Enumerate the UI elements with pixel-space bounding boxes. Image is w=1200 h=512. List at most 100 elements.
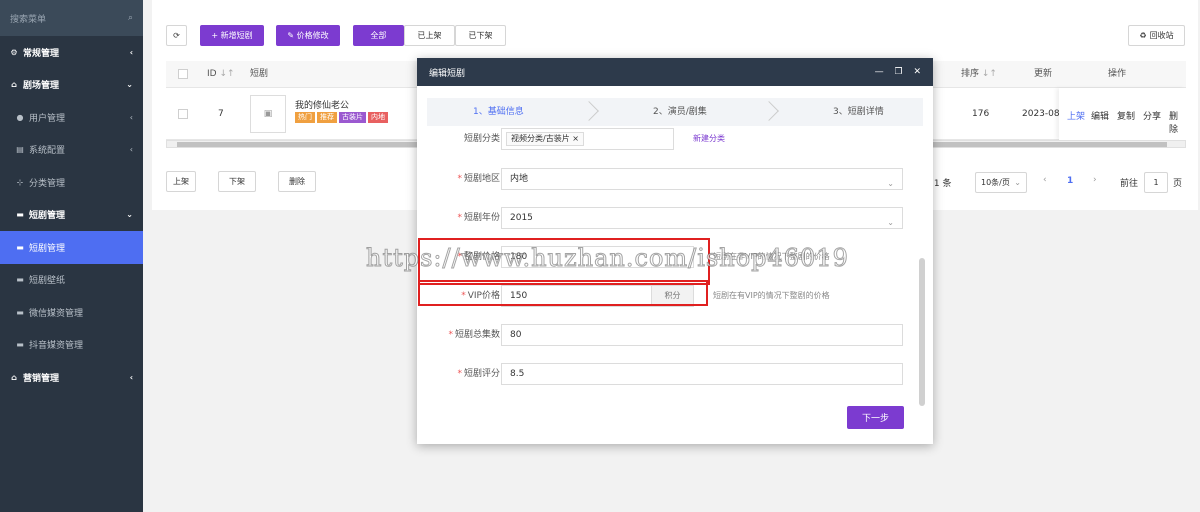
step-actors-episodes[interactable]: 2、演员/剧集 <box>653 98 707 126</box>
recycle-bin-button[interactable]: ♻ 回收站 <box>1128 25 1185 46</box>
sort-icon[interactable]: ↓↑ <box>219 69 234 79</box>
actions-cell: 上架 编辑 复制 分享 删除 <box>1059 88 1186 140</box>
maximize-icon[interactable]: ❐ <box>895 67 903 77</box>
chevron-down-icon: ⌄ <box>126 80 133 90</box>
sidebar-item-general[interactable]: ⚙ 常规管理 ‹ <box>0 36 143 69</box>
year-select[interactable]: 2015 ⌄ <box>501 207 903 229</box>
rating-input[interactable]: 8.5 <box>501 363 903 385</box>
sidebar-item-system-config[interactable]: ▤ 系统配置 ‹ <box>0 134 143 167</box>
highlight-box-vip-price <box>418 280 708 306</box>
menu-search-input[interactable]: 搜索菜单 <box>10 12 46 25</box>
column-header-label: 排序 <box>961 69 980 79</box>
goto-label: 前往 <box>1120 179 1139 189</box>
tab-off-shelf[interactable]: 已下架 <box>455 25 506 46</box>
refresh-button[interactable]: ⟳ <box>166 25 187 46</box>
next-page-icon[interactable]: › <box>1093 175 1097 185</box>
action-copy[interactable]: 复制 <box>1117 109 1135 122</box>
field-label: * 短剧年份: <box>457 213 503 223</box>
price-edit-button[interactable]: ✎ 价格修改 <box>276 25 340 46</box>
sidebar-item-label: 短剧壁纸 <box>29 276 66 287</box>
chevron-left-icon: ‹ <box>129 145 133 155</box>
sidebar-item-douyin-media[interactable]: ▬ 抖音媒资管理 <box>0 329 143 362</box>
search-icon[interactable]: ⌕ <box>128 13 133 23</box>
sidebar-item-label: 微信媒资管理 <box>29 308 84 319</box>
sidebar: 搜索菜单 ⌕ ⚙ 常规管理 ‹ ⌂ 剧场管理 ⌄ ● 用户管理 ‹ ▤ 系统配置… <box>0 0 143 512</box>
drama-cover[interactable]: ▣ <box>250 95 286 133</box>
episodes-input[interactable]: 80 <box>501 324 903 346</box>
chevron-down-icon: ⌄ <box>887 218 894 227</box>
chevron-left-icon: ‹ <box>129 47 133 57</box>
tag-region: 内地 <box>368 112 388 123</box>
row-sort: 176 <box>972 109 990 119</box>
home-icon: ⌂ <box>11 372 17 382</box>
sidebar-item-drama-manage[interactable]: ▬ 短剧管理 <box>0 231 143 264</box>
category-chip[interactable]: 视频分类/古装片 × <box>506 132 584 146</box>
episodes-value: 80 <box>510 330 522 340</box>
action-share[interactable]: 分享 <box>1143 109 1161 122</box>
tag-hot: 热门 <box>295 112 315 123</box>
tag-costume: 古装片 <box>339 112 366 123</box>
chevron-down-icon: ⌄ <box>887 179 894 188</box>
column-header-id[interactable]: ID ↓↑ <box>207 61 235 88</box>
field-label: * 短剧评分: <box>457 369 503 379</box>
action-edit[interactable]: 编辑 <box>1091 109 1109 122</box>
page-size-select[interactable]: 10条/页 ⌄ <box>975 172 1027 193</box>
add-drama-button[interactable]: + 新增短剧 <box>200 25 264 46</box>
bulk-delete-button[interactable]: 删除 <box>278 171 316 192</box>
sidebar-item-label: 抖音媒资管理 <box>29 341 84 352</box>
goto-page-input[interactable]: 1 <box>1144 172 1168 193</box>
row-id: 7 <box>218 109 224 119</box>
column-header-updated: 更新 <box>1034 69 1053 79</box>
tab-on-shelf[interactable]: 已上架 <box>404 25 455 46</box>
vip-price-hint: 短剧在有VIP的情况下整剧的价格 <box>713 291 830 300</box>
current-page[interactable]: 1 <box>1067 176 1073 186</box>
step-separator <box>579 101 599 121</box>
step-indicator: 1、基础信息 2、演员/剧集 3、短剧详情 <box>427 98 923 126</box>
chevron-left-icon: ‹ <box>129 112 133 122</box>
sidebar-item-categories[interactable]: ⊹ 分类管理 <box>0 166 143 199</box>
region-select[interactable]: 内地 ⌄ <box>501 168 903 190</box>
window-controls: — ❐ ✕ <box>867 67 921 77</box>
folder-icon: ▬ <box>16 275 24 285</box>
category-multiselect[interactable]: 视频分类/古装片 × <box>501 128 674 150</box>
sidebar-item-users[interactable]: ● 用户管理 ‹ <box>0 101 143 134</box>
sidebar-item-theater[interactable]: ⌂ 剧场管理 ⌄ <box>0 69 143 102</box>
sidebar-item-label: 系统配置 <box>29 146 66 157</box>
category-chip-label: 视频分类/古装片 <box>511 134 570 143</box>
row-checkbox[interactable] <box>178 109 188 119</box>
sidebar-item-drama-group[interactable]: ▬ 短剧管理 ⌄ <box>0 199 143 232</box>
prev-page-icon[interactable]: ‹ <box>1043 175 1047 185</box>
minimize-icon[interactable]: — <box>875 67 884 77</box>
column-header-sort[interactable]: 排序 ↓↑ <box>961 61 997 88</box>
close-icon[interactable]: × <box>572 134 579 143</box>
step-basic-info[interactable]: 1、基础信息 <box>473 98 524 126</box>
action-on-shelf[interactable]: 上架 <box>1067 109 1085 122</box>
action-delete[interactable]: 删除 <box>1169 109 1186 135</box>
field-label: * 短剧地区: <box>457 174 503 184</box>
field-rating: * 短剧评分: 8.5 <box>417 363 933 385</box>
select-all-checkbox[interactable] <box>178 69 188 79</box>
sidebar-item-label: 分类管理 <box>29 178 66 189</box>
modal-scrollbar[interactable] <box>919 258 925 406</box>
tab-all[interactable]: 全部 <box>353 25 404 46</box>
recycle-icon: ♻ <box>1139 31 1147 40</box>
field-label: * 短剧总集数: <box>448 330 503 340</box>
close-icon[interactable]: ✕ <box>913 67 921 77</box>
modal-header: 编辑短剧 — ❐ ✕ <box>417 58 933 86</box>
user-icon: ● <box>16 112 24 122</box>
bulk-off-shelf-button[interactable]: 下架 <box>218 171 256 192</box>
image-icon: ▣ <box>263 109 273 119</box>
sidebar-item-marketing[interactable]: ⌂ 营销管理 ‹ <box>0 361 143 394</box>
chevron-down-icon: ⌄ <box>1014 178 1021 187</box>
step-drama-details[interactable]: 3、短剧详情 <box>833 98 884 126</box>
recycle-bin-label: 回收站 <box>1149 31 1174 40</box>
field-region: * 短剧地区: 内地 ⌄ <box>417 168 933 190</box>
next-step-button[interactable]: 下一步 <box>847 406 904 429</box>
new-category-link[interactable]: 新建分类 <box>693 128 725 150</box>
sidebar-item-wechat-media[interactable]: ▬ 微信媒资管理 <box>0 296 143 329</box>
sidebar-item-wallpaper[interactable]: ▬ 短剧壁纸 <box>0 264 143 297</box>
sort-icon[interactable]: ↓↑ <box>982 69 997 79</box>
chevron-left-icon: ‹ <box>129 372 133 382</box>
menu-search[interactable]: 搜索菜单 ⌕ <box>0 0 143 36</box>
bulk-on-shelf-button[interactable]: 上架 <box>166 171 196 192</box>
